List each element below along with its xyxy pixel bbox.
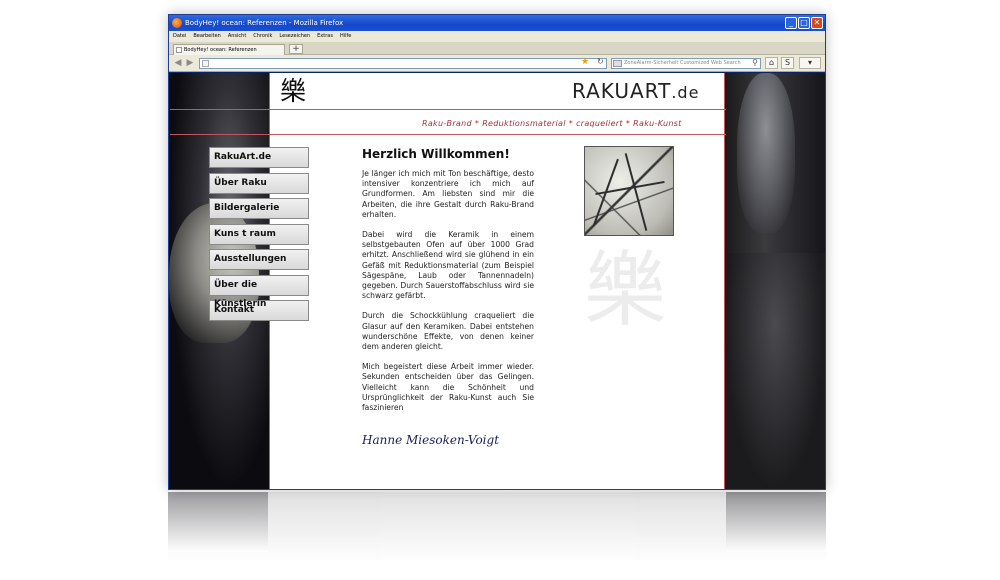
maximize-button[interactable]: □ [798, 17, 810, 29]
navigation-toolbar: ◀ ▶ ★ ↻ ZoneAlarm-Sicherheit Customized … [169, 55, 825, 72]
tagline-item: Raku-Brand [422, 119, 472, 128]
artist-signature: Hanne Miesoken-Voigt [362, 433, 500, 447]
site-brand[interactable]: RAKUART.de [572, 79, 699, 105]
search-input[interactable]: ZoneAlarm-Sicherheit Customized Web Sear… [611, 58, 761, 69]
tagline-separator: * [625, 119, 631, 128]
home-icon[interactable]: ⌂ [765, 57, 778, 69]
window-controls: _ □ ✕ [785, 17, 823, 29]
tagline: Raku-Brand * Reduktionsmaterial * craquelier… [422, 119, 682, 128]
magnifier-icon[interactable]: ⚲ [752, 58, 758, 67]
tagline-divider [170, 134, 726, 135]
reflection-left [168, 492, 268, 552]
menu-ansicht[interactable]: Ansicht [228, 31, 246, 42]
reflection-right [726, 492, 826, 552]
watermark-kanji: 樂 [584, 243, 667, 338]
page-icon [202, 60, 209, 67]
menu-chronik[interactable]: Chronik [253, 31, 272, 42]
sculpture-face-image [737, 73, 795, 233]
logo-kanji[interactable]: 樂 [280, 77, 306, 107]
menu-lesezeichen[interactable]: Lesezeichen [279, 31, 310, 42]
window-title: BodyHey! ocean: Referenzen - Mozilla Fir… [185, 19, 344, 27]
menu-bar: Datei Bearbeiten Ansicht Chronik Lesezei… [169, 31, 825, 42]
paragraph: Durch die Schockkühlung craqueliert die … [362, 311, 534, 352]
url-bar[interactable] [199, 58, 607, 69]
nav-item-ueber-raku[interactable]: Über Raku [209, 172, 309, 194]
menu-bearbeiten[interactable]: Bearbeiten [193, 31, 220, 42]
menu-extras[interactable]: Extras [317, 31, 333, 42]
new-tab-button[interactable]: + [289, 44, 303, 54]
nav-item-rakuart[interactable]: RakuArt.de [209, 147, 309, 168]
menu-icon[interactable]: ▾ [799, 57, 821, 69]
nav-item-ausstellungen[interactable]: Ausstellungen [209, 249, 309, 270]
brand-name: RAKUART [572, 79, 672, 103]
paragraph: Dabei wird die Keramik in einem selbstge… [362, 230, 534, 301]
tagline-separator: * [474, 119, 480, 128]
window-reflection [168, 492, 826, 580]
crackle-glaze-photo [584, 146, 674, 236]
tagline-item: Reduktionsmaterial [482, 119, 566, 128]
brand-tld: .de [671, 83, 700, 102]
page-icon [176, 47, 182, 53]
menu-datei[interactable]: Datei [173, 31, 186, 42]
close-button[interactable]: ✕ [811, 17, 823, 29]
crack-line [624, 153, 648, 231]
reload-icon[interactable]: ↻ [597, 57, 604, 67]
menu-hilfe[interactable]: Hilfe [340, 31, 351, 42]
tagline-item: craqueliert [576, 119, 623, 128]
header-divider [170, 109, 726, 110]
title-bar: BodyHey! ocean: Referenzen - Mozilla Fir… [169, 15, 825, 31]
page-content: 樂 RAKUART.de Raku-Brand * Reduktionsmateri… [170, 73, 726, 489]
star-icon[interactable]: ★ [581, 57, 589, 67]
tab-bar: BodyHey! ocean: Referenzen + [169, 42, 825, 55]
tagline-item: Raku-Kunst [633, 119, 682, 128]
firefox-icon [172, 18, 182, 28]
paragraph: Je länger ich mich mit Ton beschäftige, … [362, 169, 534, 219]
browser-window: BodyHey! ocean: Referenzen - Mozilla Fir… [168, 14, 826, 490]
background-right-image [725, 73, 825, 489]
tab-referenzen[interactable]: BodyHey! ocean: Referenzen [173, 44, 285, 55]
nav-item-kunstraum[interactable]: Kuns t raum [209, 223, 309, 245]
page-title: Herzlich Willkommen! [362, 147, 510, 161]
minimize-button[interactable]: _ [785, 17, 797, 29]
tab-label: BodyHey! ocean: Referenzen [184, 47, 257, 53]
tagline-separator: * [568, 119, 574, 128]
skype-icon[interactable]: S [781, 57, 794, 69]
main-navigation: RakuArt.de Über Raku Bildergalerie Kuns … [209, 147, 311, 326]
welcome-text: Je länger ich mich mit Ton beschäftige, … [362, 169, 534, 423]
search-engine-icon[interactable] [613, 60, 622, 67]
nav-item-bildergalerie[interactable]: Bildergalerie [209, 198, 309, 219]
back-arrow-icon[interactable]: ◀ [173, 58, 183, 68]
sculpture-body-image [725, 253, 825, 489]
page-viewport: 樂 RAKUART.de Raku-Brand * Reduktionsmateri… [169, 73, 825, 489]
paragraph: Mich begeistert diese Arbeit immer wiede… [362, 362, 534, 413]
forward-arrow-icon[interactable]: ▶ [185, 58, 195, 68]
nav-item-kuenstlerin[interactable]: Über die Künstlerin [209, 274, 309, 309]
search-placeholder: ZoneAlarm-Sicherheit Customized Web Sear… [624, 60, 741, 66]
